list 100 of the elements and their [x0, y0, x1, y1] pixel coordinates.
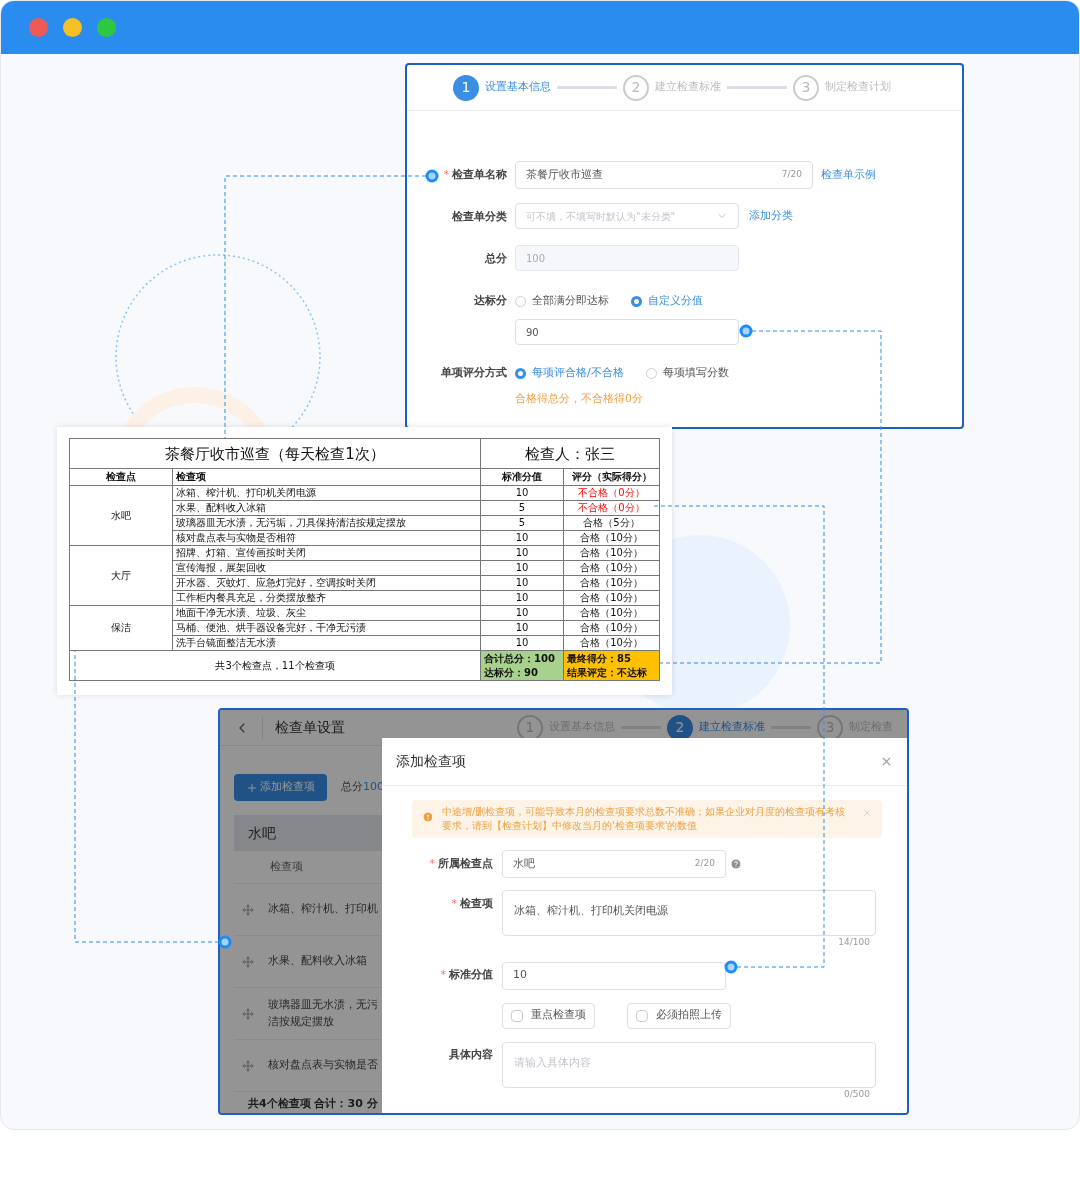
connector-dot [739, 324, 753, 338]
required-mark: * [451, 895, 457, 912]
radio-option[interactable]: 每项评合格/不合格 [515, 364, 624, 382]
radio-option[interactable]: 每项填写分数 [645, 364, 729, 382]
hint-text: 合格得总分，不合格得0分 [515, 391, 644, 407]
table-cell: 5 [480, 515, 564, 531]
table-cell: 开水器、灭蚊灯、应急灯完好，空调按时关闭 [172, 575, 481, 591]
field-label: 总分 [485, 250, 507, 267]
text-field[interactable]: 茶餐厅收市巡查 7/20 [515, 161, 813, 189]
table-cell: 水果、配料收入冰箱 [172, 500, 481, 516]
field-label: 达标分 [474, 292, 507, 309]
text-area[interactable]: 冰箱、榨汁机、打印机关闭电源 [502, 890, 876, 936]
char-counter: 14/100 [838, 936, 871, 949]
table-cell: 马桶、便池、烘手器设备完好，干净无污渍 [172, 620, 481, 636]
table-cell: 共3个检查点，11个检查项 [69, 650, 481, 681]
disabled-field: 100 [515, 245, 739, 271]
table-cell: 合格（10分） [563, 575, 660, 591]
radio-option[interactable]: 自定义分值 [631, 292, 703, 310]
table-cell: 宣传海报，展架回收 [172, 560, 481, 576]
result-cell: 最终得分：85 结果评定：不达标 [563, 650, 660, 681]
table-cell: 10 [480, 605, 564, 621]
drag-handle-icon[interactable] [242, 1007, 254, 1020]
char-counter: 0/500 [844, 1087, 871, 1101]
table-cell: 合格（10分） [563, 620, 660, 636]
alert-text: 中途增/删检查项，可能导致本月的检查项要求总数不准确；如果企业对月度的检查项有考核要求，请到【检查计划】中修改当月的'检查项要求'的数值 [442, 805, 847, 833]
table-cell: 10 [480, 635, 564, 651]
field-label: 检查单名称 [452, 166, 507, 183]
item-text: 核对盘点表与实物是否 [268, 1057, 378, 1074]
table-cell: 洗手台镜面整洁无水渍 [172, 635, 481, 651]
link[interactable]: 检查单示例 [821, 166, 876, 184]
group-title: 水吧 [248, 823, 276, 843]
step-number: 1 [453, 74, 479, 101]
table-cell: 工作柜内餐具充足，分类摆放整齐 [172, 590, 481, 606]
footer-text: 共4个检查项 合计：30 分 [248, 1095, 378, 1112]
table-cell: 冰箱、榨汁机、打印机关闭电源 [172, 485, 481, 501]
field-label: 具体内容 [449, 1047, 493, 1064]
help-icon[interactable] [730, 858, 742, 870]
table-cell: 大厅 [69, 545, 173, 606]
table-cell: 保洁 [69, 605, 173, 651]
sheet-title: 茶餐厅收市巡查（每天检查1次） [69, 438, 481, 469]
step-label: 设置基本信息 [485, 79, 551, 96]
required-mark: * [440, 967, 446, 984]
item-text: 水果、配料收入冰箱 [268, 953, 367, 970]
connector-dot [218, 935, 232, 949]
connector-dot [724, 960, 738, 974]
inspector-cell: 检查人：张三 [480, 438, 660, 469]
table-cell: 合格（10分） [563, 545, 660, 561]
field-label: 检查单分类 [452, 208, 507, 225]
table-cell: 10 [480, 560, 564, 576]
field-label: 单项评分方式 [441, 364, 507, 381]
drag-handle-icon[interactable] [242, 1059, 254, 1072]
text-field[interactable]: 水吧 2/20 [502, 850, 726, 878]
checkbox[interactable] [511, 1009, 523, 1022]
char-counter: 2/20 [694, 857, 715, 871]
number-field[interactable]: 90 [515, 319, 739, 345]
column-header: 检查项 [172, 468, 481, 486]
table-cell: 核对盘点表与实物是否相符 [172, 530, 481, 546]
table-cell: 水吧 [69, 485, 173, 546]
table-cell: 合格（5分） [563, 515, 660, 531]
table-cell: 10 [480, 485, 564, 501]
link[interactable]: 添加分类 [749, 207, 793, 225]
step-label: 制定检查计划 [825, 79, 891, 96]
table-cell: 合格（10分） [563, 590, 660, 606]
total-label: 总分 [341, 779, 363, 796]
plus-icon [246, 781, 258, 794]
table-cell: 10 [480, 620, 564, 636]
column-header: 检查点 [69, 468, 173, 486]
step-label: 建立检查标准 [655, 79, 721, 96]
warning-icon [422, 811, 434, 823]
checkbox-option[interactable]: 重点检查项 [502, 1002, 595, 1029]
drag-handle-icon[interactable] [242, 955, 254, 968]
table-cell: 合格（10分） [563, 635, 660, 651]
table-cell: 合格（10分） [563, 560, 660, 576]
total-cell: 合计总分：100 达标分：90 [480, 650, 564, 681]
required-mark: * [429, 855, 435, 872]
page-title: 检查单设置 [275, 718, 345, 737]
required-mark: * [443, 166, 449, 183]
radio-option[interactable]: 全部满分即达标 [515, 292, 609, 310]
checkbox-option[interactable]: 必须拍照上传 [627, 1002, 731, 1029]
field-label: 标准分值 [449, 967, 493, 984]
dialog-title: 添加检查项 [396, 752, 466, 771]
table-cell: 不合格（0分） [563, 485, 660, 501]
table-cell: 地面干净无水渍、垃圾、灰尘 [172, 605, 481, 621]
column-header: 检查项 [270, 858, 303, 875]
table-cell: 5 [480, 500, 564, 516]
step-number: 3 [793, 74, 819, 101]
checkbox[interactable] [636, 1009, 648, 1022]
table-cell: 招牌、灯箱、宣传画按时关闭 [172, 545, 481, 561]
column-header: 评分（实际得分） [563, 468, 660, 486]
char-counter: 7/20 [781, 168, 802, 182]
column-header: 标准分值 [480, 468, 564, 486]
close-icon[interactable] [880, 755, 893, 768]
field-label: 所属检查点 [438, 855, 493, 872]
text-field[interactable]: 10 [502, 961, 726, 990]
table-cell: 10 [480, 545, 564, 561]
table-cell: 10 [480, 590, 564, 606]
step-label: 建立检查标准 [699, 719, 765, 736]
item-text: 洁按规定摆放 [268, 1013, 335, 1030]
drag-handle-icon[interactable] [242, 903, 254, 916]
close-icon[interactable] [862, 808, 872, 818]
